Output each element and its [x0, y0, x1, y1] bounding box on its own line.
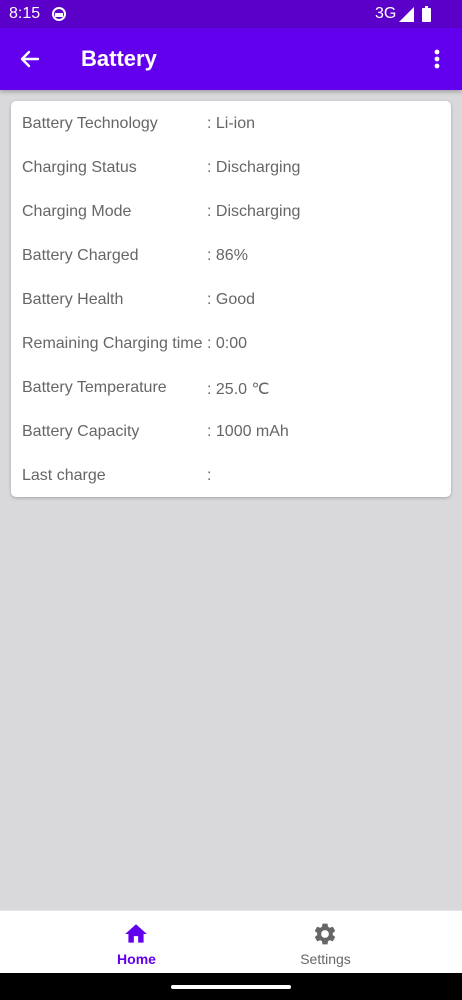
info-label: Battery Health	[22, 291, 124, 308]
battery-info-card: Battery Technology : Li-ion Charging Sta…	[11, 101, 451, 497]
info-label: Battery Charged	[22, 247, 139, 264]
info-label: Charging Mode	[22, 203, 132, 220]
info-value: : 0:00	[207, 335, 248, 352]
app-notification-icon	[52, 7, 66, 21]
more-options-icon[interactable]	[425, 45, 449, 73]
info-value: : 25.0 ℃	[207, 381, 270, 398]
info-label: Charging Status	[22, 159, 137, 176]
info-label: Battery Temperature	[22, 379, 167, 396]
gear-icon	[314, 923, 336, 945]
bottom-navigation: Home Settings	[0, 910, 462, 974]
info-row-technology: Battery Technology : Li-ion	[11, 101, 451, 145]
info-row-temperature: Battery Temperature : 25.0 ℃	[11, 365, 451, 409]
gesture-bar	[0, 973, 462, 1000]
page-title: Battery	[81, 46, 157, 71]
info-row-health: Battery Health : Good	[11, 277, 451, 321]
info-label: Battery Capacity	[22, 423, 140, 440]
status-bar: 8:15 3G	[0, 0, 462, 28]
info-label: Battery Technology	[22, 115, 158, 132]
info-value: : Li-ion	[207, 115, 256, 132]
signal-icon	[399, 7, 414, 22]
home-icon	[125, 924, 147, 943]
info-value: : Discharging	[207, 159, 301, 176]
info-value: :	[207, 467, 212, 484]
info-row-capacity: Battery Capacity : 1000 mAh	[11, 409, 451, 453]
status-time: 8:15	[9, 5, 41, 22]
info-value: : Discharging	[207, 203, 301, 220]
battery-icon	[422, 6, 431, 22]
app-bar: Battery	[0, 28, 462, 90]
home-gesture-handle[interactable]	[171, 985, 291, 989]
nav-settings-label: Settings	[300, 951, 351, 967]
info-label: Last charge	[22, 467, 106, 484]
info-label: Remaining Charging time	[22, 335, 203, 352]
info-row-charged: Battery Charged : 86%	[11, 233, 451, 277]
info-row-last-charge: Last charge :	[11, 453, 451, 497]
info-row-charging-status: Charging Status : Discharging	[11, 145, 451, 189]
nav-settings[interactable]: Settings	[210, 911, 441, 974]
info-value: : Good	[207, 291, 256, 308]
info-row-charging-mode: Charging Mode : Discharging	[11, 189, 451, 233]
info-value: : 1000 mAh	[207, 423, 289, 440]
info-row-remaining-time: Remaining Charging time : 0:00	[11, 321, 451, 365]
network-type: 3G	[375, 5, 397, 22]
info-value: : 86%	[207, 247, 248, 264]
back-arrow-icon[interactable]	[16, 45, 44, 73]
